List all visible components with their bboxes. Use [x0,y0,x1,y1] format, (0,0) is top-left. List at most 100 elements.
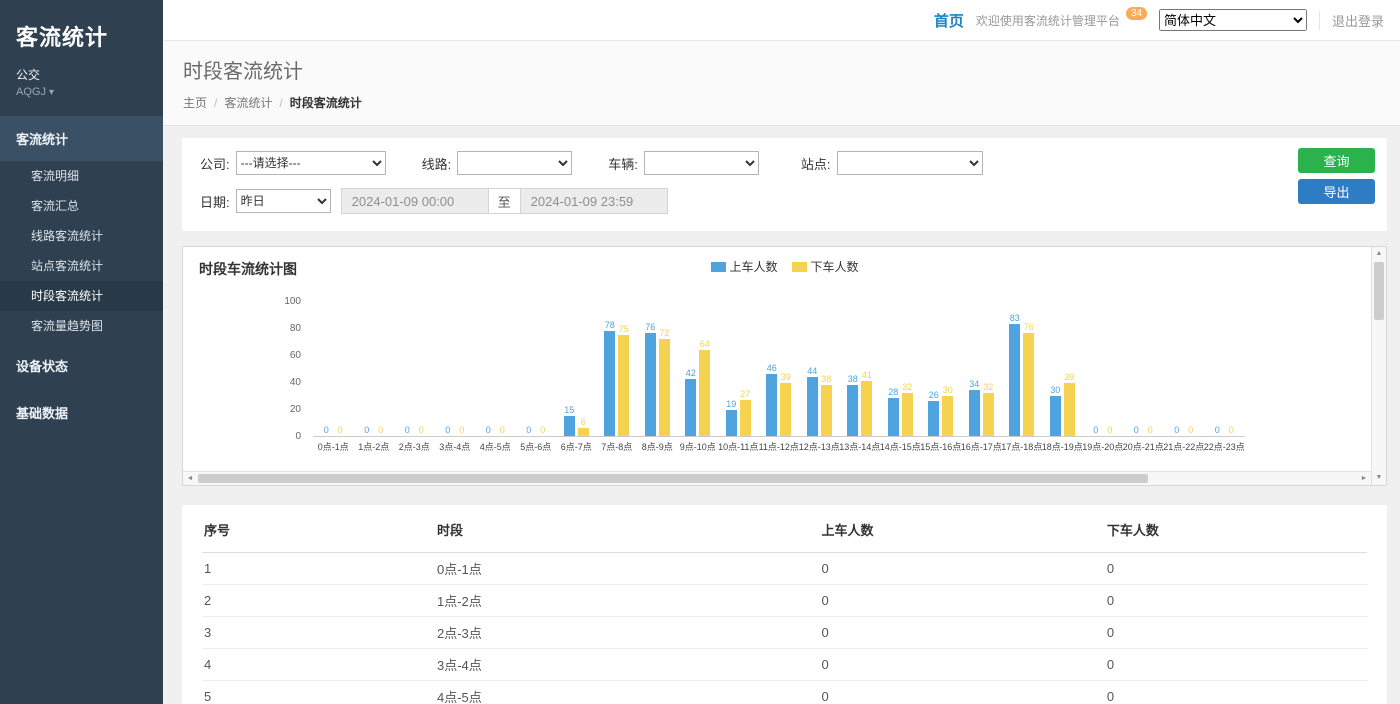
sidebar-item-站点客流统计[interactable]: 站点客流统计 [0,251,163,281]
scroll-up-icon[interactable] [1372,247,1386,261]
data-table-panel: 序号时段上车人数下车人数 10点-1点0021点-2点0032点-3点0043点… [182,505,1387,704]
bar-value-label: 41 [862,370,872,380]
bar[interactable] [659,339,670,436]
table-header-row: 序号时段上车人数下车人数 [202,505,1367,553]
scroll-down-icon[interactable] [1372,471,1386,485]
bar-value-label: 6 [581,417,586,427]
chart-category: 76728点-9点 [637,301,678,436]
language-select[interactable]: 简体中文 [1159,9,1307,31]
bar-value-label: 46 [767,363,777,373]
breadcrumb-separator: / [214,96,217,110]
bar[interactable] [1023,333,1034,436]
query-button[interactable]: 查询 [1298,148,1375,173]
x-axis-label: 13点-14点 [839,440,880,453]
bar[interactable] [861,381,872,436]
date-preset-select[interactable]: 昨日 [236,189,331,213]
bar[interactable] [645,333,656,436]
bar[interactable] [564,416,575,436]
bar[interactable] [578,428,589,436]
table-header-cell: 上车人数 [819,505,1104,553]
content: 公司: ---请选择--- 线路: 车辆: 站点: 日期: 昨日 [163,126,1400,704]
bar[interactable] [1009,324,1020,436]
bar[interactable] [685,379,696,436]
legend-item[interactable]: 下车人数 [792,258,859,275]
chart-vertical-scrollbar[interactable] [1371,247,1386,485]
table-body: 10点-1点0021点-2点0032点-3点0043点-4点0054点-5点00… [202,553,1367,704]
chart-yaxis: 020406080100 [269,302,307,437]
bar[interactable] [726,410,737,436]
bar[interactable] [888,398,899,436]
bar-value-label: 0 [1134,425,1139,435]
sidebar: 客流统计 公交 AQGJ 客流统计客流明细客流汇总线路客流统计站点客流统计时段客… [0,0,163,704]
x-axis-label: 19点-20点 [1082,440,1123,453]
vertical-scroll-thumb[interactable] [1374,262,1384,320]
table-row[interactable]: 21点-2点00 [202,585,1367,617]
chart-category: 78757点-8点 [597,301,638,436]
table-header-cell: 下车人数 [1105,505,1367,553]
bar[interactable] [1064,383,1075,436]
chart-horizontal-scrollbar[interactable] [183,471,1371,485]
bar[interactable] [902,393,913,436]
sidebar-item-线路客流统计[interactable]: 线路客流统计 [0,221,163,251]
bar[interactable] [983,393,994,436]
bar[interactable] [618,335,629,436]
page-header: 时段客流统计 主页/客流统计/时段客流统计 [163,41,1400,126]
sidebar-item-客流汇总[interactable]: 客流汇总 [0,191,163,221]
scroll-right-icon[interactable] [1357,472,1371,485]
line-select[interactable] [457,151,572,175]
x-axis-label: 15点-16点 [920,440,961,453]
bar[interactable] [847,385,858,436]
org-code-dropdown[interactable]: AQGJ [0,83,163,114]
table-cell: 0 [1105,649,1367,681]
table-row[interactable]: 54点-5点00 [202,681,1367,704]
sidebar-item-客流明细[interactable]: 客流明细 [0,161,163,191]
legend-item[interactable]: 上车人数 [710,258,777,275]
sidebar-item-时段客流统计[interactable]: 时段客流统计 [0,281,163,311]
table-row[interactable]: 43点-4点00 [202,649,1367,681]
bar[interactable] [969,390,980,436]
notification-badge[interactable]: 34 [1126,7,1147,20]
bar[interactable] [699,350,710,436]
table-row[interactable]: 10点-1点00 [202,553,1367,585]
station-select[interactable] [837,151,983,175]
date-to-input[interactable] [520,188,668,214]
bar-value-label: 72 [659,328,669,338]
breadcrumb-item[interactable]: 客流统计 [224,96,272,110]
bar-value-label: 0 [1148,425,1153,435]
bar[interactable] [1050,396,1061,437]
bar[interactable] [766,374,777,436]
y-tick-label: 80 [263,323,301,334]
bar[interactable] [780,383,791,436]
table-row[interactable]: 32点-3点00 [202,617,1367,649]
bar[interactable] [807,377,818,436]
bar[interactable] [604,331,615,436]
topbar: 首页 欢迎使用客流统计管理平台 34 简体中文 退出登录 [163,0,1400,41]
bar[interactable] [821,385,832,436]
bar[interactable] [740,400,751,436]
company-select[interactable]: ---请选择--- [236,151,386,175]
scroll-left-icon[interactable] [183,472,197,485]
breadcrumb: 主页/客流统计/时段客流统计 [183,94,1380,111]
vehicle-select[interactable] [644,151,759,175]
chart-title: 时段车流统计图 [199,259,297,279]
sidebar-item-设备状态[interactable]: 设备状态 [0,343,163,388]
breadcrumb-separator: / [279,96,282,110]
sidebar-item-客流统计[interactable]: 客流统计 [0,116,163,161]
date-from-input[interactable] [341,188,489,214]
table-cell: 0 [1105,553,1367,585]
sidebar-item-客流量趋势图[interactable]: 客流量趋势图 [0,311,163,341]
horizontal-scroll-thumb[interactable] [198,474,1148,483]
table-cell: 0 [819,649,1104,681]
chart-category: 0020点-21点 [1123,301,1164,436]
breadcrumb-item[interactable]: 主页 [183,96,207,110]
logout-link[interactable]: 退出登录 [1319,11,1384,30]
home-link[interactable]: 首页 [934,10,964,31]
sidebar-item-基础数据[interactable]: 基础数据 [0,390,163,435]
bar-value-label: 39 [781,372,791,382]
bar[interactable] [942,396,953,437]
table-cell: 5 [202,681,435,704]
table-cell: 0 [1105,681,1367,704]
bar[interactable] [928,401,939,436]
table-cell: 0 [819,617,1104,649]
export-button[interactable]: 导出 [1298,179,1375,204]
